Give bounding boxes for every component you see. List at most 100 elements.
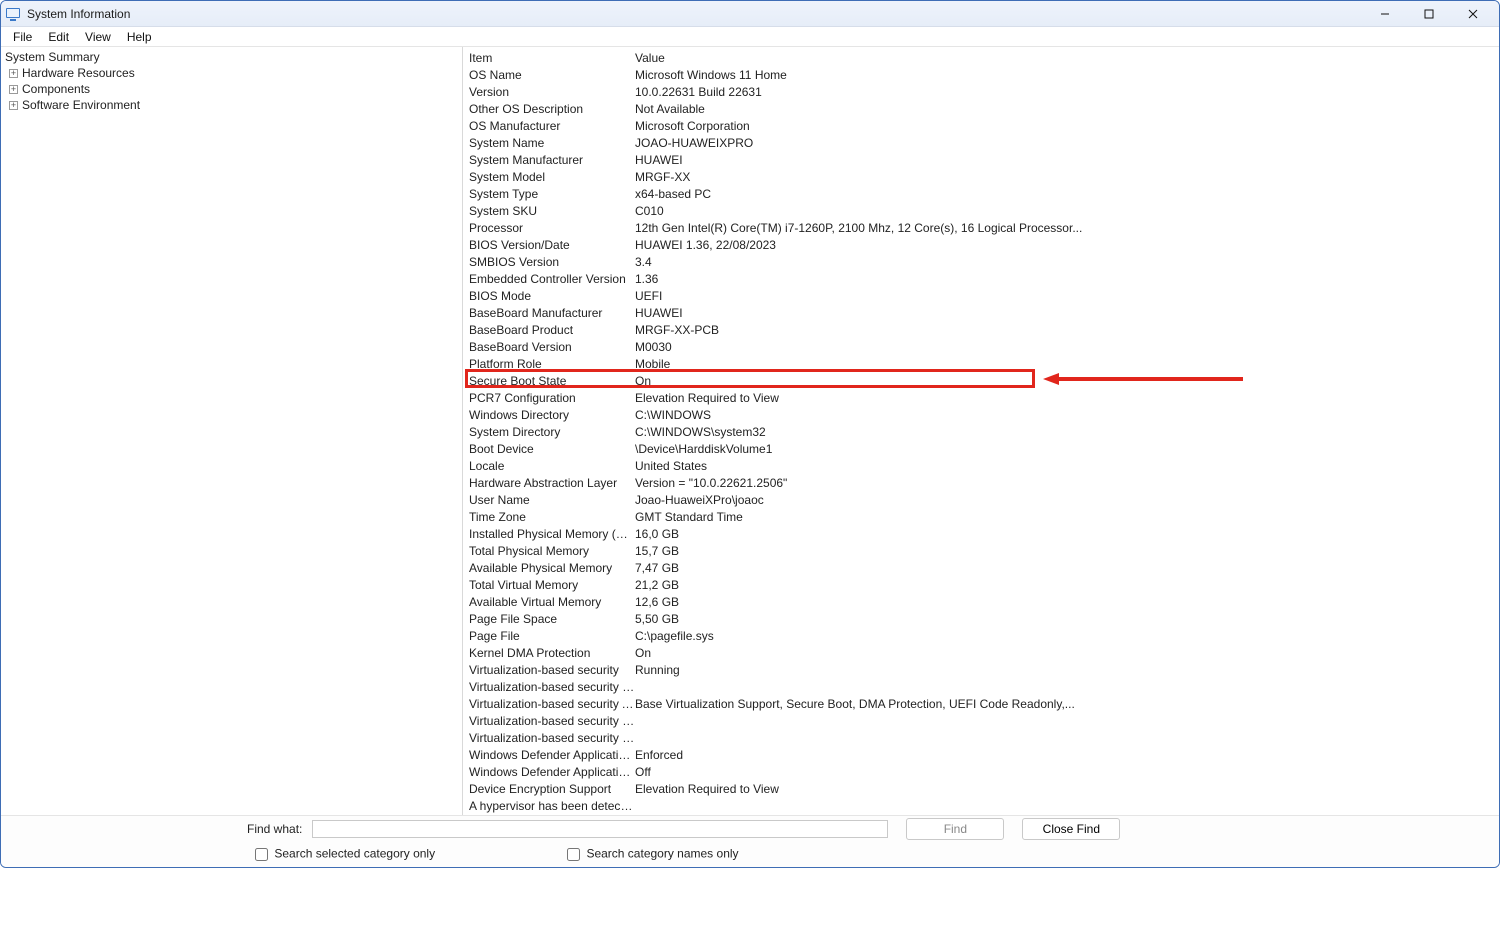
detail-row[interactable]: BIOS ModeUEFI — [467, 287, 1499, 304]
detail-row[interactable]: Boot Device\Device\HarddiskVolume1 — [467, 440, 1499, 457]
detail-value: Enforced — [635, 748, 1499, 762]
detail-row[interactable]: Total Virtual Memory21,2 GB — [467, 576, 1499, 593]
menu-view[interactable]: View — [77, 28, 119, 46]
expand-icon[interactable]: + — [9, 69, 18, 78]
detail-row[interactable]: OS NameMicrosoft Windows 11 Home — [467, 66, 1499, 83]
search-selected-category-checkbox[interactable] — [255, 848, 268, 861]
detail-row[interactable]: System SKUC010 — [467, 202, 1499, 219]
detail-row[interactable]: Hardware Abstraction LayerVersion = "10.… — [467, 474, 1499, 491]
detail-row[interactable]: Secure Boot StateOn — [467, 372, 1499, 389]
detail-row[interactable]: Version10.0.22631 Build 22631 — [467, 83, 1499, 100]
maximize-button[interactable] — [1407, 2, 1451, 26]
category-tree[interactable]: System Summary + Hardware Resources + Co… — [1, 47, 463, 815]
close-find-button[interactable]: Close Find — [1022, 818, 1120, 840]
detail-row[interactable]: Available Virtual Memory12,6 GB — [467, 593, 1499, 610]
find-input[interactable] — [312, 820, 888, 838]
tree-item-software-environment[interactable]: + Software Environment — [1, 97, 462, 113]
detail-item: Page File — [467, 629, 635, 643]
detail-value: 3.4 — [635, 255, 1499, 269]
minimize-button[interactable] — [1363, 2, 1407, 26]
detail-value: x64-based PC — [635, 187, 1499, 201]
detail-item: Hardware Abstraction Layer — [467, 476, 635, 490]
detail-value: HUAWEI — [635, 306, 1499, 320]
find-button[interactable]: Find — [906, 818, 1004, 840]
detail-row[interactable]: PCR7 ConfigurationElevation Required to … — [467, 389, 1499, 406]
menu-help[interactable]: Help — [119, 28, 160, 46]
detail-item: Windows Directory — [467, 408, 635, 422]
detail-item: Total Physical Memory — [467, 544, 635, 558]
detail-row[interactable]: Total Physical Memory15,7 GB — [467, 542, 1499, 559]
detail-row[interactable]: Other OS DescriptionNot Available — [467, 100, 1499, 117]
tree-item-label: Hardware Resources — [22, 66, 135, 80]
column-headers[interactable]: Item Value — [467, 49, 1499, 66]
detail-value: 21,2 GB — [635, 578, 1499, 592]
detail-row[interactable]: BaseBoard ManufacturerHUAWEI — [467, 304, 1499, 321]
detail-row[interactable]: Page FileC:\pagefile.sys — [467, 627, 1499, 644]
column-header-value[interactable]: Value — [635, 51, 1499, 65]
detail-row[interactable]: BIOS Version/DateHUAWEI 1.36, 22/08/2023 — [467, 236, 1499, 253]
tree-item-hardware-resources[interactable]: + Hardware Resources — [1, 65, 462, 81]
detail-item: PCR7 Configuration — [467, 391, 635, 405]
close-button[interactable] — [1451, 2, 1495, 26]
search-category-names-checkbox[interactable] — [567, 848, 580, 861]
detail-value: Base Virtualization Support, Secure Boot… — [635, 697, 1499, 711]
tree-item-label: System Summary — [5, 50, 100, 64]
search-category-names-label: Search category names only — [586, 846, 738, 860]
detail-row[interactable]: BaseBoard ProductMRGF-XX-PCB — [467, 321, 1499, 338]
detail-row[interactable]: Windows DirectoryC:\WINDOWS — [467, 406, 1499, 423]
detail-row[interactable]: A hypervisor has been detected.... — [467, 797, 1499, 814]
detail-row[interactable]: Virtualization-based securityRunning — [467, 661, 1499, 678]
detail-row[interactable]: Virtualization-based security Re... — [467, 678, 1499, 695]
detail-row[interactable]: Virtualization-based security Av...Base … — [467, 695, 1499, 712]
details-panel[interactable]: Item Value OS NameMicrosoft Windows 11 H… — [463, 47, 1499, 815]
detail-value: Mobile — [635, 357, 1499, 371]
detail-row[interactable]: Windows Defender Application ...Off — [467, 763, 1499, 780]
detail-row[interactable]: Time ZoneGMT Standard Time — [467, 508, 1499, 525]
detail-row[interactable]: System ModelMRGF-XX — [467, 168, 1499, 185]
detail-row[interactable]: Embedded Controller Version1.36 — [467, 270, 1499, 287]
menu-file[interactable]: File — [5, 28, 40, 46]
expand-icon[interactable]: + — [9, 85, 18, 94]
menu-edit[interactable]: Edit — [40, 28, 77, 46]
detail-row[interactable]: Processor12th Gen Intel(R) Core(TM) i7-1… — [467, 219, 1499, 236]
detail-item: OS Manufacturer — [467, 119, 635, 133]
menubar: File Edit View Help — [1, 27, 1499, 47]
detail-item: Virtualization-based security — [467, 663, 635, 677]
detail-row[interactable]: BaseBoard VersionM0030 — [467, 338, 1499, 355]
detail-row[interactable]: Available Physical Memory7,47 GB — [467, 559, 1499, 576]
detail-row[interactable]: System ManufacturerHUAWEI — [467, 151, 1499, 168]
tree-item-system-summary[interactable]: System Summary — [1, 49, 462, 65]
detail-item: Installed Physical Memory (RAM) — [467, 527, 635, 541]
detail-item: Available Virtual Memory — [467, 595, 635, 609]
detail-row[interactable]: Virtualization-based security Se... — [467, 712, 1499, 729]
detail-value: C010 — [635, 204, 1499, 218]
detail-row[interactable]: Device Encryption SupportElevation Requi… — [467, 780, 1499, 797]
detail-row[interactable]: System Typex64-based PC — [467, 185, 1499, 202]
detail-row[interactable]: User NameJoao-HuaweiXPro\joaoc — [467, 491, 1499, 508]
detail-row[interactable]: OS ManufacturerMicrosoft Corporation — [467, 117, 1499, 134]
detail-value: MRGF-XX — [635, 170, 1499, 184]
detail-row[interactable]: Windows Defender Application ...Enforced — [467, 746, 1499, 763]
detail-item: Secure Boot State — [467, 374, 635, 388]
detail-row[interactable]: Installed Physical Memory (RAM)16,0 GB — [467, 525, 1499, 542]
detail-row[interactable]: Virtualization-based security Se... — [467, 729, 1499, 746]
titlebar[interactable]: System Information — [1, 1, 1499, 27]
detail-value: On — [635, 646, 1499, 660]
detail-item: Time Zone — [467, 510, 635, 524]
tree-item-components[interactable]: + Components — [1, 81, 462, 97]
detail-row[interactable]: Page File Space5,50 GB — [467, 610, 1499, 627]
detail-row[interactable]: System DirectoryC:\WINDOWS\system32 — [467, 423, 1499, 440]
detail-value: 12,6 GB — [635, 595, 1499, 609]
detail-row[interactable]: Platform RoleMobile — [467, 355, 1499, 372]
detail-item: BaseBoard Version — [467, 340, 635, 354]
detail-row[interactable]: Kernel DMA ProtectionOn — [467, 644, 1499, 661]
detail-row[interactable]: System NameJOAO-HUAWEIXPRO — [467, 134, 1499, 151]
detail-item: Locale — [467, 459, 635, 473]
expand-icon[interactable]: + — [9, 101, 18, 110]
detail-item: Available Physical Memory — [467, 561, 635, 575]
detail-row[interactable]: SMBIOS Version3.4 — [467, 253, 1499, 270]
detail-row[interactable]: LocaleUnited States — [467, 457, 1499, 474]
detail-value: 7,47 GB — [635, 561, 1499, 575]
find-bar: Find what: Find Close Find Search select… — [1, 815, 1499, 867]
column-header-item[interactable]: Item — [467, 51, 635, 65]
